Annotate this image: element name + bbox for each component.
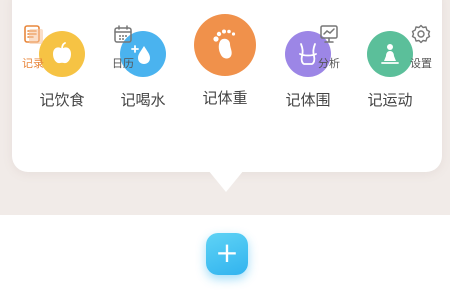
footprint-icon [194, 14, 256, 76]
add-record-button[interactable]: + [206, 233, 248, 275]
tab-calendar[interactable]: 日历 [95, 23, 151, 71]
record-water-label: 记喝水 [120, 91, 166, 109]
tab-analysis-label: 分析 [318, 57, 340, 70]
calendar-icon [112, 23, 134, 49]
tab-record-label: 记录 [22, 57, 44, 70]
analysis-icon [318, 23, 340, 49]
record-diet-label: 记饮食 [39, 91, 85, 109]
record-weight-button[interactable]: 记体重 [190, 0, 260, 120]
record-weight-label: 记体重 [202, 89, 248, 107]
tab-record[interactable]: 记录 [5, 23, 61, 71]
tab-calendar-label: 日历 [112, 57, 134, 70]
record-icon [22, 23, 44, 49]
settings-icon [410, 23, 432, 49]
plus-icon: + [215, 236, 239, 269]
tab-analysis[interactable]: 分析 [301, 23, 357, 71]
record-exercise-label: 记运动 [367, 91, 413, 109]
tab-settings[interactable]: 设置 [393, 23, 449, 71]
popup-pointer [208, 170, 244, 192]
record-body-measure-label: 记体围 [285, 91, 331, 109]
tab-settings-label: 设置 [410, 57, 432, 70]
